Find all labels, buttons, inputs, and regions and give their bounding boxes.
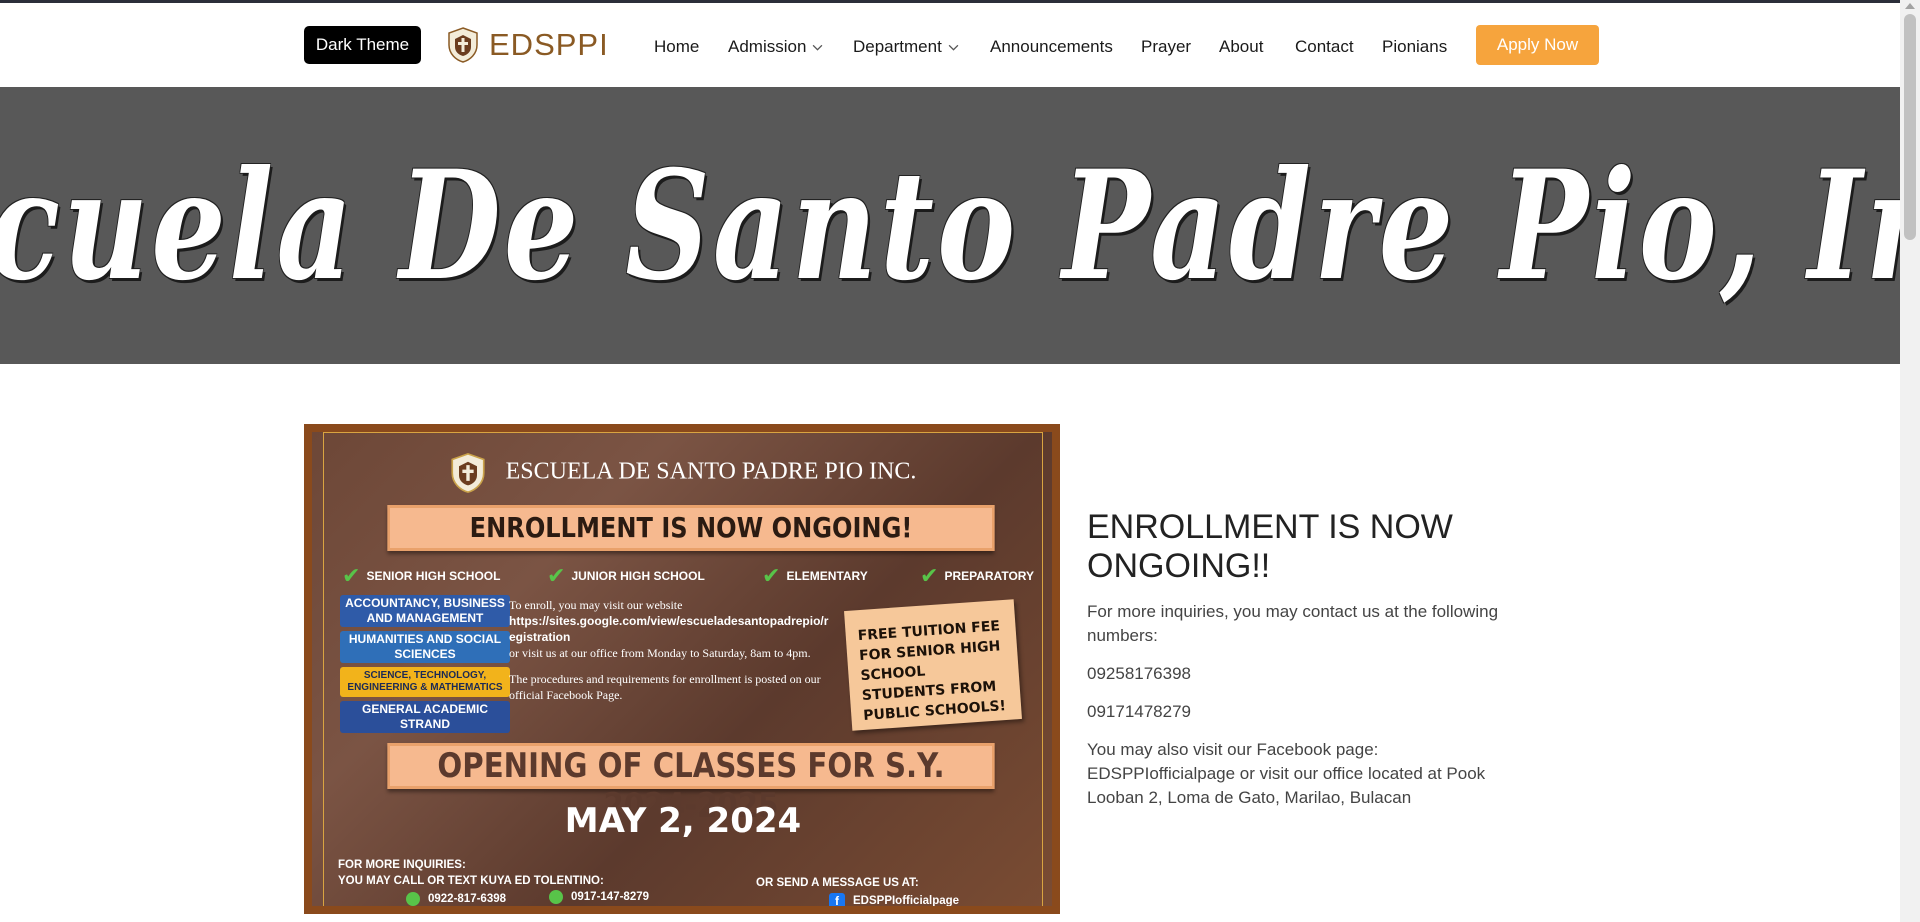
poster-message-label: OR SEND A MESSAGE US AT: xyxy=(756,877,919,889)
nav-label: Announcements xyxy=(990,37,1113,56)
nav-about[interactable]: About xyxy=(1219,32,1263,62)
level-item: ✔ ELEMENTARY xyxy=(762,563,868,589)
poster-inquiries: FOR MORE INQUIRIES: YOU MAY CALL OR TEXT… xyxy=(338,857,604,889)
facebook-handle: EDSPPIofficialpage xyxy=(853,895,960,908)
poster-enroll-info: To enroll, you may visit our website htt… xyxy=(509,597,829,703)
level-label: JUNIOR HIGH SCHOOL xyxy=(571,569,705,583)
logo-text: EDSPPI xyxy=(489,27,609,62)
enrollment-poster: ESCUELA DE SANTO PADRE PIO INC. ENROLLME… xyxy=(304,424,1060,914)
info-title: ENROLLMENT IS NOW ONGOING!! xyxy=(1087,508,1453,585)
banner-title: Escuela De Santo Padre Pio, Inc. xyxy=(0,137,1900,314)
level-label: PREPARATORY xyxy=(944,569,1035,583)
strand-abm: ACCOUNTANCY, BUSINESS AND MANAGEMENT xyxy=(340,595,510,627)
nav-contact[interactable]: Contact xyxy=(1295,32,1354,62)
dark-theme-button[interactable]: Dark Theme xyxy=(304,26,421,64)
nav-label: About xyxy=(1219,37,1264,56)
info-number-1: 09258176398 xyxy=(1087,664,1192,683)
phone-icon xyxy=(549,889,563,904)
free-tuition-note: FREE TUITION FEE FOR SENIOR HIGH SCHOOL … xyxy=(844,599,1022,731)
school-seal-icon xyxy=(448,27,478,63)
chevron-down-icon xyxy=(813,44,823,51)
apply-now-button[interactable]: Apply Now xyxy=(1476,25,1599,65)
poster-headline: ENROLLMENT IS NOW ONGOING! xyxy=(387,505,995,551)
inquiry-line: YOU MAY CALL OR TEXT KUYA ED TOLENTINO: xyxy=(338,875,604,887)
school-seal-icon xyxy=(451,452,485,494)
level-item: ✔ JUNIOR HIGH SCHOOL xyxy=(547,563,705,589)
info-intro: For more inquiries, you may contact us a… xyxy=(1087,602,1499,645)
phone-number: 0922-817-6398 xyxy=(428,893,507,905)
strand-humss: HUMANITIES AND SOCIAL SCIENCES xyxy=(340,631,510,663)
nav-admission[interactable]: Admission xyxy=(728,32,823,62)
nav-department[interactable]: Department xyxy=(853,32,959,62)
nav-label: Department xyxy=(853,37,942,56)
enroll-line: or visit us at our office from Monday to… xyxy=(509,646,811,660)
nav-label: Home xyxy=(654,37,700,56)
nav-home[interactable]: Home xyxy=(654,32,699,62)
enroll-url: https://sites.google.com/view/escuelades… xyxy=(509,614,829,644)
strand-stem: SCIENCE, TECHNOLOGY, ENGINEERING & MATHE… xyxy=(340,667,510,697)
enrollment-info: ENROLLMENT IS NOW ONGOING!! For more inq… xyxy=(1087,508,1527,810)
check-icon: ✔ xyxy=(920,563,939,588)
scroll-up-icon[interactable] xyxy=(1905,3,1915,9)
nav-label: Contact xyxy=(1295,37,1354,56)
level-item: ✔ PREPARATORY xyxy=(920,563,1034,589)
poster-school-text: ESCUELA DE SANTO PADRE PIO INC. xyxy=(505,458,917,485)
check-icon: ✔ xyxy=(342,563,361,588)
poster-frame: ESCUELA DE SANTO PADRE PIO INC. ENROLLME… xyxy=(323,432,1043,908)
facebook-icon: f xyxy=(829,893,845,906)
nav-label: Pionians xyxy=(1382,37,1448,56)
check-icon: ✔ xyxy=(762,563,781,588)
nav-label: Prayer xyxy=(1141,37,1192,56)
check-icon: ✔ xyxy=(547,563,566,588)
level-label: ELEMENTARY xyxy=(786,569,868,583)
phone-icon xyxy=(406,891,420,906)
level-item: ✔ SENIOR HIGH SCHOOL xyxy=(342,563,500,589)
chevron-down-icon xyxy=(948,44,959,51)
phone-number: 0917-147-8279 xyxy=(571,891,650,903)
nav-label: Admission xyxy=(728,37,807,56)
poster-facebook: f EDSPPIofficialpage xyxy=(829,893,960,908)
navbar: Dark Theme EDSPPI Home Admission Departm… xyxy=(0,3,1900,87)
poster-phone-2: 0917-147-8279 xyxy=(549,889,649,905)
poster-phone-1: 0922-817-6398 xyxy=(406,891,507,906)
scrollbar-thumb[interactable] xyxy=(1904,14,1916,240)
level-label: SENIOR HIGH SCHOOL xyxy=(366,569,501,583)
nav-prayer[interactable]: Prayer xyxy=(1141,32,1191,62)
hero-banner: Escuela De Santo Padre Pio, Inc. xyxy=(0,87,1900,364)
enroll-line: To enroll, you may visit our website xyxy=(509,598,683,612)
site-logo[interactable]: EDSPPI xyxy=(447,25,609,65)
inquiry-line: FOR MORE INQUIRIES: xyxy=(338,859,466,871)
nav-announcements[interactable]: Announcements xyxy=(990,32,1113,62)
info-number-2: 09171478279 xyxy=(1087,702,1192,721)
poster-opening: OPENING OF CLASSES FOR S.Y. 2024-2025 xyxy=(387,743,995,826)
poster-date: MAY 2, 2024 xyxy=(564,801,802,841)
nav-pionians[interactable]: Pionians xyxy=(1382,32,1447,62)
info-outro: You may also visit our Facebook page: ED… xyxy=(1087,740,1486,807)
page-scrollbar[interactable] xyxy=(1900,0,1920,922)
enroll-line: The procedures and requirements for enro… xyxy=(509,672,821,702)
poster-school-name: ESCUELA DE SANTO PADRE PIO INC. xyxy=(324,451,1042,495)
strand-gas: GENERAL ACADEMIC STRAND xyxy=(340,701,510,733)
